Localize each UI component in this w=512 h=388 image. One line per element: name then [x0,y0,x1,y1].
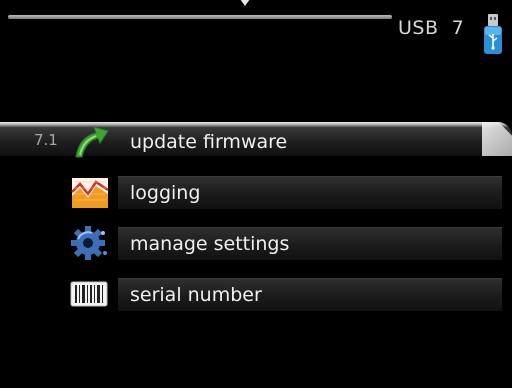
update-arrow-icon [75,126,109,158]
menu-item-update-firmware[interactable]: 7.1 update firmware [0,122,512,160]
scroll-indicator-arrow-icon [240,0,250,6]
menu-item-serial-number[interactable]: serial number [0,275,512,313]
header-divider [8,15,392,19]
settings-gear-icon [71,226,107,260]
usb-stick-icon [484,14,502,54]
menu-item-logging[interactable]: logging [0,173,512,211]
menu-item-label: manage settings [130,233,290,255]
menu-item-number: 7.1 [34,131,58,149]
menu-title: USB 7 [398,17,465,39]
menu-item-label: serial number [130,284,262,306]
screen-frame: USB 7 7.1 update firmware logging manage… [0,0,512,388]
menu-item-label: logging [130,182,201,204]
menu-item-label: update firmware [130,131,288,153]
barcode-icon [70,281,108,307]
logging-chart-icon [71,178,109,208]
menu-item-manage-settings[interactable]: manage settings [0,224,512,262]
